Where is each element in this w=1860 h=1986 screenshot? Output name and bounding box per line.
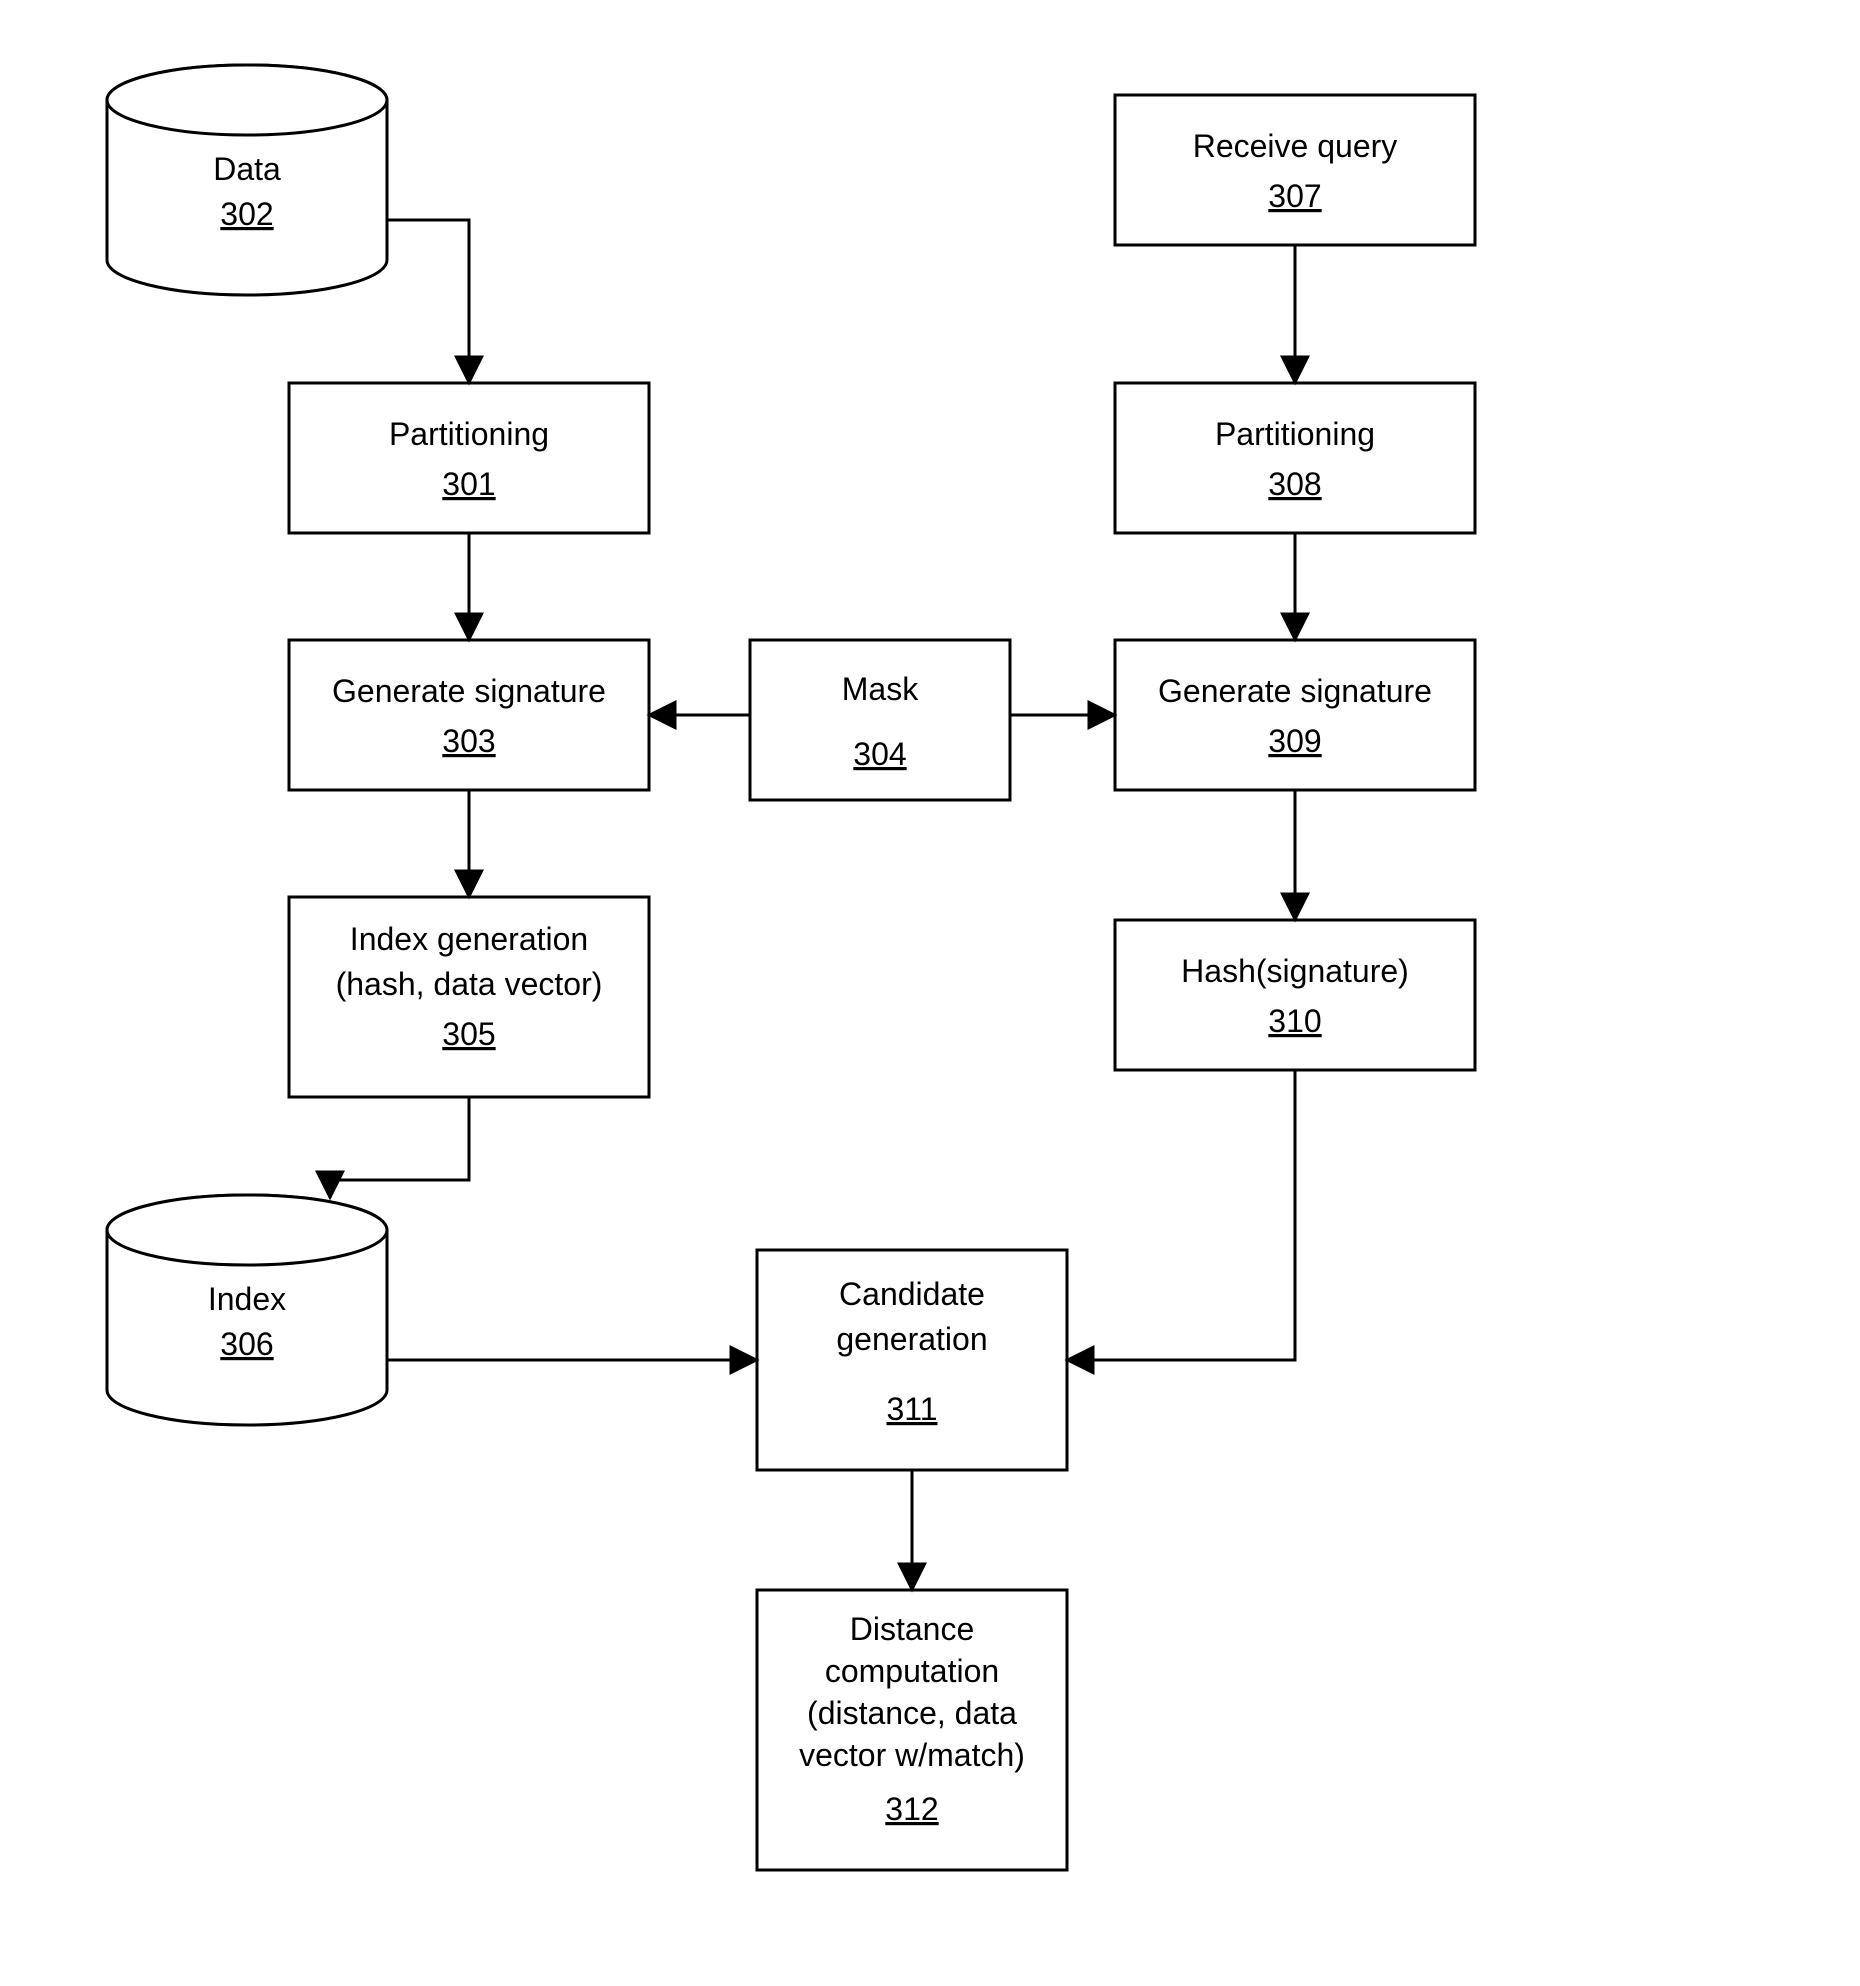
index-cylinder: Index 306 <box>107 1195 387 1425</box>
svg-text:(hash, data vector): (hash, data vector) <box>336 966 603 1002</box>
svg-text:308: 308 <box>1268 466 1321 502</box>
distance-computation-312: Distance computation (distance, data vec… <box>757 1590 1067 1870</box>
data-cylinder: Data 302 <box>107 65 387 295</box>
receive-query-307: Receive query 307 <box>1115 95 1475 245</box>
index-num: 306 <box>220 1326 273 1362</box>
svg-text:Generate signature: Generate signature <box>1158 673 1432 709</box>
svg-text:309: 309 <box>1268 723 1321 759</box>
generate-signature-303: Generate signature 303 <box>289 640 649 790</box>
svg-text:311: 311 <box>886 1391 937 1427</box>
candidate-generation-311: Candidate generation 311 <box>757 1250 1067 1470</box>
svg-text:301: 301 <box>442 466 495 502</box>
svg-text:Index generation: Index generation <box>350 921 588 957</box>
svg-text:Partitioning: Partitioning <box>1215 416 1375 452</box>
svg-text:307: 307 <box>1268 178 1321 214</box>
data-label: Data <box>213 151 281 187</box>
edge-hashsig-to-candgen <box>1067 1070 1295 1360</box>
svg-text:(distance, data: (distance, data <box>807 1695 1017 1731</box>
generate-signature-309: Generate signature 309 <box>1115 640 1475 790</box>
svg-text:Mask: Mask <box>842 671 919 707</box>
svg-text:Receive query: Receive query <box>1193 128 1398 164</box>
hash-signature-310: Hash(signature) 310 <box>1115 920 1475 1070</box>
svg-text:Candidate: Candidate <box>839 1276 985 1312</box>
flowchart: Data 302 Index 306 Partitioning 301 Gene… <box>0 0 1860 1986</box>
data-num: 302 <box>220 196 273 232</box>
edge-indexgen-to-index <box>330 1097 469 1198</box>
svg-text:computation: computation <box>825 1653 999 1689</box>
mask-304: Mask 304 <box>750 640 1010 800</box>
svg-text:304: 304 <box>853 736 906 772</box>
svg-text:305: 305 <box>442 1016 495 1052</box>
svg-text:Partitioning: Partitioning <box>389 416 549 452</box>
index-label: Index <box>208 1281 286 1317</box>
index-generation-305: Index generation (hash, data vector) 305 <box>289 897 649 1097</box>
svg-text:310: 310 <box>1268 1003 1321 1039</box>
svg-text:303: 303 <box>442 723 495 759</box>
svg-text:Generate signature: Generate signature <box>332 673 606 709</box>
partitioning-301: Partitioning 301 <box>289 383 649 533</box>
svg-text:312: 312 <box>885 1791 938 1827</box>
svg-text:generation: generation <box>836 1321 987 1357</box>
partitioning-308: Partitioning 308 <box>1115 383 1475 533</box>
svg-text:Hash(signature): Hash(signature) <box>1181 953 1409 989</box>
edge-data-to-part1 <box>387 220 469 383</box>
svg-text:vector w/match): vector w/match) <box>799 1737 1025 1773</box>
svg-text:Distance: Distance <box>850 1611 975 1647</box>
